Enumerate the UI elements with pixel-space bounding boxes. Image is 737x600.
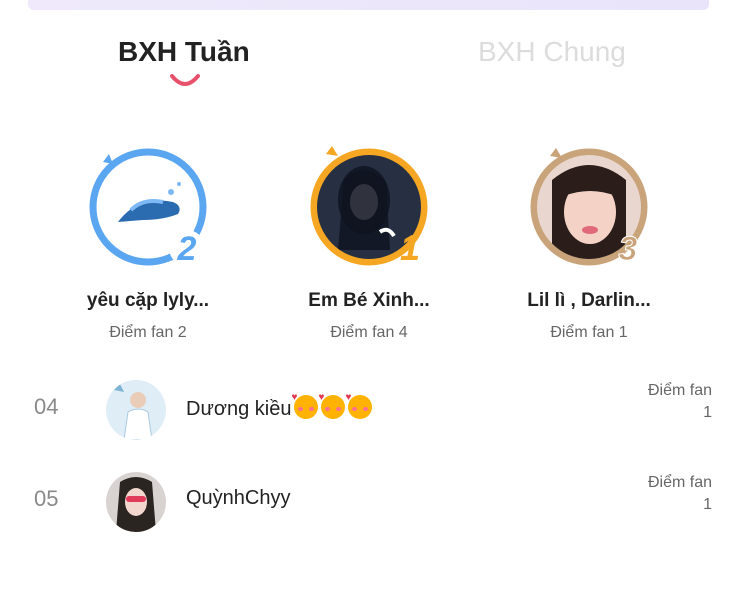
score-value: 1 [703,496,712,513]
list-item[interactable]: 04 Dương kiều ♥ ♥ ♥ Điểm fan 1 [0,380,737,450]
anime-girl-icon: 1 [310,146,428,268]
podium-score: Điểm fan 2 [109,324,187,341]
svg-text:1: 1 [400,227,420,268]
avatar[interactable] [106,472,166,532]
rank-number: 05 [34,486,59,511]
smiling-face-with-hearts-icon: ♥ [318,393,346,419]
user-name-text: Dương kiều [186,398,292,420]
user-name: Dương kiều ♥ ♥ ♥ [186,393,373,421]
active-tab-indicator [170,74,200,86]
tab-overall-ranking[interactable]: BXH Chung [478,36,626,68]
score-label: Điểm fan [647,382,712,399]
avatar[interactable] [106,380,166,440]
smiling-face-with-hearts-icon: ♥ [345,393,373,419]
svg-text:2: 2 [177,230,197,268]
user-name: QuỳnhChyy [186,487,291,509]
podium-name: Em Bé Xinh... [308,290,430,311]
top-banner [28,0,709,10]
podium-name: yêu cặp lyly... [86,290,210,311]
girl-photo-icon: 3 [530,148,648,269]
tab-weekly-ranking[interactable]: BXH Tuần [118,36,250,68]
score-label: Điểm fan [647,474,712,491]
avatar[interactable]: 3 [524,140,654,270]
list-item[interactable]: 05 QuỳnhChyy Điểm fan 1 [0,472,737,542]
podium-rank-3[interactable]: 3 Lil lì , Darlin... Điểm fan 1 [494,140,684,342]
avatar[interactable]: 2 [83,140,213,270]
whale-icon: 2 [89,148,207,268]
svg-text:3: 3 [619,230,638,268]
user-photo-icon [106,472,166,532]
podium-score: Điểm fan 4 [330,324,408,341]
rank-number: 04 [34,394,59,419]
podium-score: Điểm fan 1 [550,324,628,341]
user-photo-icon [106,380,166,440]
avatar[interactable]: 1 [304,140,434,270]
smiling-face-with-hearts-icon: ♥ [291,393,319,419]
podium-name: Lil lì , Darlin... [527,290,651,311]
score-value: 1 [703,404,712,421]
podium-rank-1[interactable]: 1 Em Bé Xinh... Điểm fan 4 [274,140,464,342]
podium-rank-2[interactable]: 2 yêu cặp lyly... Điểm fan 2 [53,140,243,342]
